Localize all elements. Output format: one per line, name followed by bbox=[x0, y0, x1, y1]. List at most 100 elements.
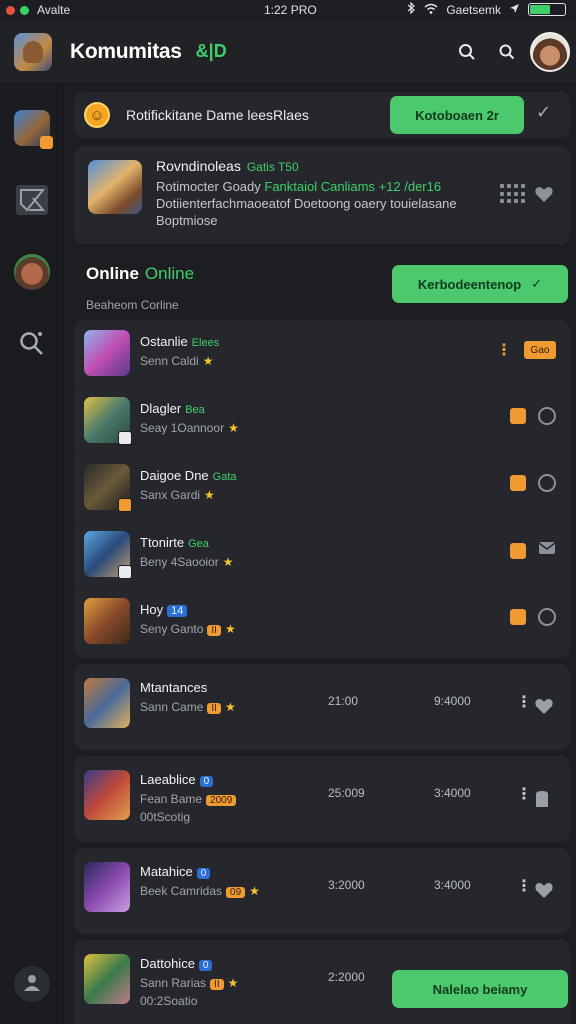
star-icon: ★ bbox=[224, 700, 236, 714]
list-item-tag: Gea bbox=[188, 538, 209, 550]
favorite-icon[interactable] bbox=[534, 880, 554, 900]
game-thumbnail bbox=[84, 770, 130, 820]
game-card[interactable]: Laeablice 0 Fean Bame 2009 00tScotig 25:00… bbox=[74, 756, 570, 842]
select-circle-icon[interactable] bbox=[538, 407, 556, 425]
list-item-name: Ttonirte bbox=[140, 535, 185, 550]
game-card-tag: 0 bbox=[198, 960, 213, 971]
list-item-sub: Sanx Gardi bbox=[140, 488, 201, 502]
list-item-title: Dlagler Bea bbox=[140, 401, 205, 416]
star-icon: ★ bbox=[224, 622, 236, 636]
notification-badge bbox=[118, 565, 132, 579]
join-button[interactable]: Nalelao beiamy bbox=[392, 970, 568, 1008]
game-card-subtitle: Sann Rarias II ★ bbox=[140, 976, 238, 990]
game-card-name: Matahice bbox=[140, 864, 193, 879]
online-title-tag: Online bbox=[144, 264, 195, 283]
online-action-label: Kerbodeentenop bbox=[417, 276, 522, 292]
game-thumbnail bbox=[84, 330, 130, 376]
game-card-subtitle2: 00tScotig bbox=[140, 810, 191, 824]
wifi-icon bbox=[424, 3, 438, 17]
star-icon: ★ bbox=[204, 488, 215, 502]
list-item-sub: Seny Ganto bbox=[140, 622, 204, 636]
list-item-name: Dlagler bbox=[140, 401, 182, 416]
game-card-sub: Sann Rarias bbox=[140, 976, 207, 990]
bookmark-icon[interactable] bbox=[534, 790, 554, 810]
list-item-sub: Senn Caldi bbox=[140, 354, 199, 368]
search-icon[interactable] bbox=[455, 40, 479, 64]
game-card[interactable]: Matahice 0 Beek Camridas 09 ★ 3:2000 3:4000… bbox=[74, 848, 570, 934]
game-thumbnail bbox=[84, 397, 132, 445]
more-icon[interactable]: ⋮ bbox=[516, 784, 532, 804]
online-action-button[interactable]: Kerbodeentenop ✓ bbox=[392, 265, 568, 303]
sidebar-item-map[interactable] bbox=[14, 184, 50, 220]
list-item-title: Hoy 14 bbox=[140, 602, 188, 617]
featured-line1-suffix: +12 /der16 bbox=[378, 179, 442, 194]
select-circle-icon[interactable] bbox=[538, 474, 556, 492]
list-item-name: Daigoe Dne bbox=[140, 468, 209, 483]
game-thumbnail bbox=[84, 954, 130, 1004]
select-circle-icon[interactable] bbox=[538, 608, 556, 626]
list-item-actions bbox=[510, 407, 556, 425]
user-avatar[interactable] bbox=[530, 32, 570, 72]
featured-card[interactable]: Rovndinoleas Gatis T50 Rotimocter Goady F… bbox=[74, 146, 570, 244]
user-icon bbox=[22, 972, 42, 997]
filter-search-icon[interactable] bbox=[495, 40, 519, 64]
level-badge: 09 bbox=[226, 887, 246, 898]
favorite-icon[interactable] bbox=[534, 184, 554, 204]
game-card-title: Laeablice 0 bbox=[140, 772, 214, 787]
sidebar-item-search[interactable] bbox=[14, 328, 50, 364]
status-badge bbox=[510, 542, 526, 559]
more-icon[interactable]: ⋮ bbox=[496, 340, 512, 360]
game-card-value2: 3:4000 bbox=[434, 786, 471, 800]
list-item-subtitle: Seay 1Oannoor ★ bbox=[140, 421, 239, 435]
game-card-value1: 25:009 bbox=[328, 786, 365, 800]
close-dot[interactable] bbox=[6, 5, 15, 15]
list-item-actions: ⋮ Gao bbox=[496, 340, 556, 360]
game-card-subtitle: Beek Camridas 09 ★ bbox=[140, 884, 260, 898]
check-icon[interactable]: ✓ bbox=[536, 102, 551, 123]
list-item[interactable]: Hoy 14 Seny Ganto II ★ bbox=[74, 588, 570, 655]
list-item-tag: Gata bbox=[212, 471, 237, 483]
game-thumbnail bbox=[84, 531, 132, 579]
level-badge: II bbox=[207, 625, 221, 636]
app-title-tag: &|D bbox=[195, 41, 227, 61]
game-card-title: Mtantances bbox=[140, 680, 208, 695]
grid-icon[interactable] bbox=[500, 184, 525, 204]
list-item-title: Ostanlie Elees bbox=[140, 334, 219, 349]
game-card[interactable]: Mtantances Sann Came II ★ 21:00 9:4000 ⋮ bbox=[74, 664, 570, 750]
profile-button[interactable] bbox=[14, 966, 50, 1002]
mail-icon[interactable] bbox=[538, 541, 556, 560]
game-card-name: Dattohice bbox=[140, 956, 195, 971]
rewards-title: Rotifickitane Dame leesRlaes bbox=[126, 107, 309, 123]
sidebar-item-community[interactable] bbox=[14, 254, 50, 290]
maximize-dot[interactable] bbox=[20, 5, 29, 15]
game-card-title: Matahice 0 bbox=[140, 864, 211, 879]
list-item-sub: Beny 4Saooior bbox=[140, 555, 219, 569]
app-title: Komumitas bbox=[70, 39, 182, 63]
sidebar-item-game[interactable] bbox=[14, 110, 53, 149]
featured-title: Rovndinoleas Gatis T50 bbox=[156, 158, 299, 174]
online-section-subtitle: Beaheom Corline bbox=[86, 298, 179, 312]
bluetooth-icon bbox=[407, 1, 416, 17]
list-item[interactable]: Daigoe Dne Gata Sanx Gardi ★ bbox=[74, 454, 570, 521]
game-card-value1: 2:2000 bbox=[328, 970, 365, 984]
more-icon[interactable]: ⋮ bbox=[516, 876, 532, 896]
list-item-subtitle: Sanx Gardi ★ bbox=[140, 488, 215, 502]
list-item-subtitle: Beny 4Saooior ★ bbox=[140, 555, 234, 569]
more-icon[interactable]: ⋮ bbox=[516, 692, 532, 712]
featured-line1-prefix: Rotimocter Goady bbox=[156, 179, 261, 194]
list-item-actions bbox=[510, 608, 556, 626]
list-item[interactable]: Ostanlie Elees Senn Caldi ★ ⋮ Gao bbox=[74, 320, 570, 387]
list-item-actions bbox=[510, 474, 556, 492]
list-item[interactable]: Dlagler Bea Seay 1Oannoor ★ bbox=[74, 387, 570, 454]
game-card-value2: 3:4000 bbox=[434, 878, 471, 892]
game-card-subtitle: Fean Bame 2009 bbox=[140, 792, 237, 806]
featured-description: Rotimocter Goady Fanktaiol Canliams +12 … bbox=[156, 178, 476, 229]
app-logo[interactable] bbox=[14, 32, 52, 71]
list-item[interactable]: Ttonirte Gea Beny 4Saooior ★ bbox=[74, 521, 570, 588]
favorite-icon[interactable] bbox=[534, 696, 554, 716]
star-icon: ★ bbox=[228, 421, 239, 435]
notification-badge bbox=[118, 431, 132, 445]
rewards-button[interactable]: Kotoboaen 2r bbox=[390, 96, 524, 134]
list-item-tag: 14 bbox=[167, 605, 188, 617]
online-section-title: Online Online bbox=[86, 264, 194, 284]
